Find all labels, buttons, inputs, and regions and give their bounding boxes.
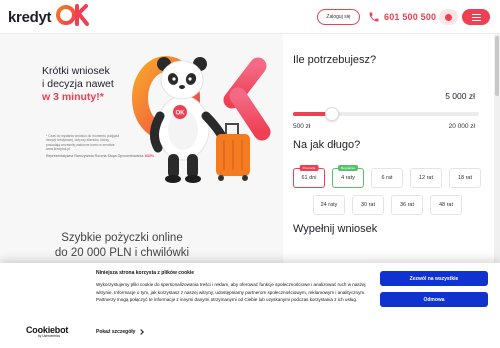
term-label: 30 rat	[360, 202, 376, 208]
term-label: 18 rat	[457, 175, 473, 181]
hamburger-menu-icon	[471, 13, 481, 15]
svg-text:OK: OK	[176, 111, 186, 117]
chevron-right-icon	[138, 329, 145, 335]
term-option[interactable]: 24 raty	[313, 195, 345, 215]
term-label: 24 raty	[320, 202, 338, 208]
term-badge: Promocja	[299, 165, 319, 171]
panda-mascot-illustration: OK	[132, 55, 271, 183]
hero-subtitle: Szybkie pożyczki online do 20 000 PLN i …	[54, 232, 190, 259]
term-label: 48 rat	[438, 202, 454, 208]
site-header: kredyt Zaloguj się 601 500 500	[0, 0, 500, 34]
term-option[interactable]: 48 rat	[430, 195, 462, 215]
term-option[interactable]: Bezpłatnie 4 raty	[332, 165, 364, 188]
cookiebot-logo[interactable]: Cookiebot by Usercentrics	[26, 325, 80, 338]
term-option[interactable]: Promocja 61 dni	[293, 165, 325, 188]
show-details-link[interactable]: Pokaż szczegóły	[96, 329, 145, 335]
term-option[interactable]: 18 rat	[449, 168, 481, 188]
login-button[interactable]: Zaloguj się	[317, 9, 360, 25]
deny-cookies-button[interactable]: Odmowa	[380, 292, 488, 307]
hero-fine-print: * Czas od wysłania wniosku do momentu po…	[46, 134, 120, 151]
phone-icon	[369, 12, 379, 22]
term-label: 61 dni	[301, 175, 317, 181]
term-options-row-2: 24 raty 30 rat 36 rat 48 rat	[313, 195, 500, 215]
term-label: 4 raty	[341, 175, 355, 181]
term-label: 6 rat	[381, 175, 393, 181]
kredytok-logo[interactable]: kredyt	[8, 4, 89, 28]
application-title: Wypełnij wniosek	[293, 223, 378, 235]
logo-ok-mark	[56, 4, 89, 26]
amount-title: Ile potrzebujesz?	[293, 54, 377, 66]
cookie-title: Niniejsza strona korzysta z plików cooki…	[96, 270, 195, 276]
scrollbar-thumb[interactable]	[495, 36, 499, 96]
contrast-toggle[interactable]	[439, 9, 458, 25]
term-badge: Bezpłatnie	[337, 165, 359, 171]
term-option[interactable]: 30 rat	[352, 195, 384, 215]
amount-range-max: 20 000 zł	[448, 123, 475, 130]
amount-slider-handle[interactable]	[325, 107, 340, 121]
allow-all-cookies-button[interactable]: Zezwól na wszystkie	[380, 271, 488, 286]
term-option[interactable]: 6 rat	[371, 168, 403, 188]
phone-number: 601 500 500	[384, 12, 437, 22]
contrast-toggle-icon	[445, 13, 452, 21]
term-label: 36 rat	[399, 202, 415, 208]
amount-slider-track[interactable]	[293, 112, 479, 116]
menu-button[interactable]	[462, 9, 490, 25]
term-title: Na jak długo?	[293, 139, 361, 151]
term-option[interactable]: 36 rat	[391, 195, 423, 215]
term-options-row-1: Promocja 61 dni Bezpłatnie 4 raty 6 rat 12 ra…	[293, 165, 481, 188]
term-label: 12 rat	[418, 175, 434, 181]
cookie-description: Wykorzystujemy pliki cookie do spersonal…	[96, 282, 366, 303]
term-option[interactable]: 12 rat	[410, 168, 442, 188]
amount-range-min: 500 zł	[293, 123, 311, 130]
logo-text: kredyt	[8, 8, 52, 26]
amount-value: 5 000 zł	[445, 91, 475, 101]
cookie-consent-banner: Niniejsza strona korzysta z plików cooki…	[0, 263, 500, 348]
